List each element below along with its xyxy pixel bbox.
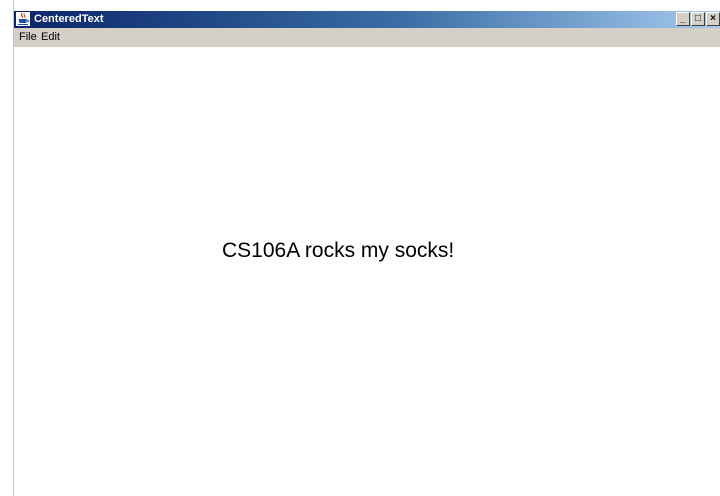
close-button[interactable]: × <box>706 12 720 26</box>
maximize-button[interactable]: □ <box>691 12 705 26</box>
menu-edit[interactable]: Edit <box>41 31 60 44</box>
graphics-canvas: CS106A rocks my socks! <box>14 47 720 496</box>
app-window: CenteredText _ □ × File Edit CS106A rock… <box>13 0 720 496</box>
menu-file[interactable]: File <box>19 31 37 44</box>
centered-message: CS106A rocks my socks! <box>222 239 455 262</box>
java-coffee-cup-icon <box>16 12 30 26</box>
title-bar[interactable]: CenteredText _ □ × <box>14 11 720 28</box>
desktop-background <box>0 0 13 496</box>
menu-bar: File Edit <box>14 28 720 48</box>
minimize-button[interactable]: _ <box>676 12 690 26</box>
window-title: CenteredText <box>34 13 104 25</box>
window-controls: _ □ × <box>675 12 720 27</box>
